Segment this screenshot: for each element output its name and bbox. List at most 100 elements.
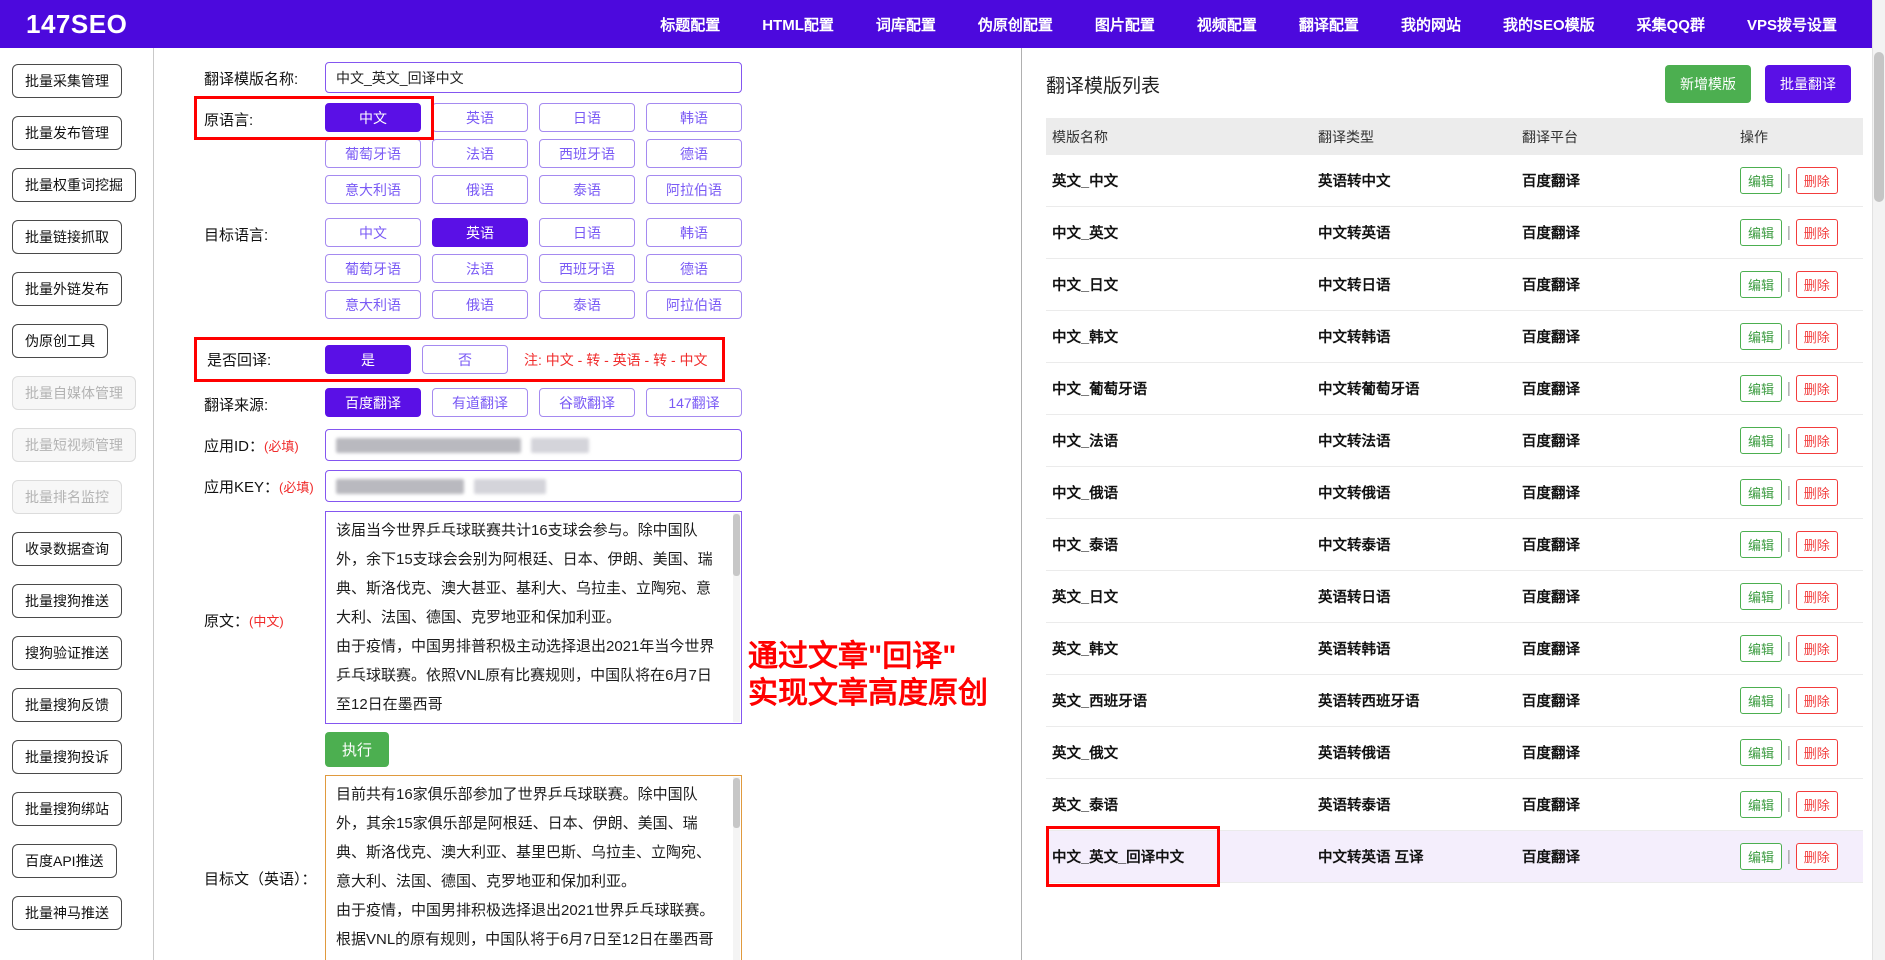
nav-item[interactable]: 我的网站 xyxy=(1401,14,1461,35)
sidebar-item[interactable]: 批量搜狗反馈 xyxy=(12,688,122,722)
nav-item[interactable]: 图片配置 xyxy=(1095,14,1155,35)
nav-item[interactable]: 翻译配置 xyxy=(1299,14,1359,35)
language-option-button[interactable]: 韩语 xyxy=(646,103,742,132)
panel-header: 翻译模版列表 新增模版 批量翻译 xyxy=(1046,66,1863,102)
add-template-button[interactable]: 新增模版 xyxy=(1665,65,1751,103)
scrollbar-thumb[interactable] xyxy=(1874,52,1884,202)
textarea-scroll-thumb[interactable] xyxy=(733,514,740,576)
language-option-button[interactable]: 俄语 xyxy=(432,175,528,204)
edit-button[interactable]: 编辑 xyxy=(1740,635,1782,662)
edit-button[interactable]: 编辑 xyxy=(1740,583,1782,610)
delete-button[interactable]: 删除 xyxy=(1796,739,1838,766)
run-button[interactable]: 执行 xyxy=(325,732,389,767)
delete-button[interactable]: 删除 xyxy=(1796,323,1838,350)
sidebar-item[interactable]: 批量短视频管理 xyxy=(12,428,136,462)
translate-platform-button[interactable]: 有道翻译 xyxy=(432,388,528,417)
language-option-button[interactable]: 德语 xyxy=(646,254,742,283)
edit-button[interactable]: 编辑 xyxy=(1740,219,1782,246)
nav-item[interactable]: VPS拨号设置 xyxy=(1747,14,1837,35)
language-option-button[interactable]: 意大利语 xyxy=(325,175,421,204)
nav-item[interactable]: 视频配置 xyxy=(1197,14,1257,35)
sidebar-item[interactable]: 批量外链发布 xyxy=(12,272,122,306)
back-translate-option-button[interactable]: 否 xyxy=(422,345,508,374)
sidebar-item[interactable]: 伪原创工具 xyxy=(12,324,108,358)
sidebar-item[interactable]: 批量链接抓取 xyxy=(12,220,122,254)
language-option-button[interactable]: 阿拉伯语 xyxy=(646,290,742,319)
language-option-button[interactable]: 葡萄牙语 xyxy=(325,139,421,168)
language-option-button[interactable]: 韩语 xyxy=(646,218,742,247)
edit-button[interactable]: 编辑 xyxy=(1740,479,1782,506)
sidebar-item[interactable]: 批量搜狗绑站 xyxy=(12,792,122,826)
nav-item[interactable]: HTML配置 xyxy=(762,14,834,35)
edit-button[interactable]: 编辑 xyxy=(1740,427,1782,454)
edit-button[interactable]: 编辑 xyxy=(1740,375,1782,402)
edit-button[interactable]: 编辑 xyxy=(1740,531,1782,558)
sidebar-item[interactable]: 批量自媒体管理 xyxy=(12,376,136,410)
language-option-button[interactable]: 德语 xyxy=(646,139,742,168)
sidebar-item[interactable]: 批量神马推送 xyxy=(12,896,122,930)
app-key-input[interactable] xyxy=(325,470,742,502)
language-option-button[interactable]: 英语 xyxy=(432,218,528,247)
language-option-button[interactable]: 中文 xyxy=(325,103,421,132)
batch-translate-button[interactable]: 批量翻译 xyxy=(1765,65,1851,103)
language-option-button[interactable]: 西班牙语 xyxy=(539,254,635,283)
template-name-input[interactable] xyxy=(325,62,742,93)
language-option-button[interactable]: 法语 xyxy=(432,254,528,283)
edit-button[interactable]: 编辑 xyxy=(1740,791,1782,818)
sidebar-item[interactable]: 收录数据查询 xyxy=(12,532,122,566)
nav-item[interactable]: 采集QQ群 xyxy=(1637,14,1705,35)
edit-button[interactable]: 编辑 xyxy=(1740,167,1782,194)
edit-button[interactable]: 编辑 xyxy=(1740,843,1782,870)
edit-button[interactable]: 编辑 xyxy=(1740,323,1782,350)
language-option-button[interactable]: 西班牙语 xyxy=(539,139,635,168)
language-option-button[interactable]: 俄语 xyxy=(432,290,528,319)
edit-button[interactable]: 编辑 xyxy=(1740,687,1782,714)
sidebar-item[interactable]: 批量搜狗投诉 xyxy=(12,740,122,774)
delete-button[interactable]: 删除 xyxy=(1796,427,1838,454)
language-option-button[interactable]: 阿拉伯语 xyxy=(646,175,742,204)
translate-platform-button[interactable]: 百度翻译 xyxy=(325,388,421,417)
delete-button[interactable]: 删除 xyxy=(1796,843,1838,870)
sidebar-item[interactable]: 批量权重词挖掘 xyxy=(12,168,136,202)
delete-button[interactable]: 删除 xyxy=(1796,219,1838,246)
sidebar-item[interactable]: 批量发布管理 xyxy=(12,116,122,150)
delete-button[interactable]: 删除 xyxy=(1796,583,1838,610)
language-option-button[interactable]: 中文 xyxy=(325,218,421,247)
sidebar-item[interactable]: 批量采集管理 xyxy=(12,64,122,98)
sidebar-item[interactable]: 批量排名监控 xyxy=(12,480,122,514)
language-option-button[interactable]: 日语 xyxy=(539,103,635,132)
language-option-button[interactable]: 泰语 xyxy=(539,175,635,204)
app-id-input[interactable] xyxy=(325,429,742,461)
delete-button[interactable]: 删除 xyxy=(1796,271,1838,298)
nav-item[interactable]: 词库配置 xyxy=(876,14,936,35)
nav-item[interactable]: 标题配置 xyxy=(660,14,720,35)
source-textarea[interactable]: 该届当今世界乒乓球联赛共计16支球会参与。除中国队外，余下15支球会会别为阿根廷… xyxy=(325,511,742,724)
edit-button[interactable]: 编辑 xyxy=(1740,739,1782,766)
language-option-button[interactable]: 英语 xyxy=(432,103,528,132)
back-translate-option-button[interactable]: 是 xyxy=(325,345,411,374)
translate-platform-button[interactable]: 147翻译 xyxy=(646,388,742,417)
nav-item[interactable]: 我的SEO模版 xyxy=(1503,14,1595,35)
delete-button[interactable]: 删除 xyxy=(1796,791,1838,818)
sidebar-item[interactable]: 批量搜狗推送 xyxy=(12,584,122,618)
delete-button[interactable]: 删除 xyxy=(1796,687,1838,714)
delete-button[interactable]: 删除 xyxy=(1796,531,1838,558)
language-option-button[interactable]: 日语 xyxy=(539,218,635,247)
sidebar-item[interactable]: 搜狗验证推送 xyxy=(12,636,122,670)
textarea-scroll-thumb[interactable] xyxy=(733,778,740,828)
language-option-button[interactable]: 法语 xyxy=(432,139,528,168)
row-actions: 编辑 | 删除 xyxy=(1740,479,1863,506)
language-option-button[interactable]: 泰语 xyxy=(539,290,635,319)
sidebar-item[interactable]: 百度API推送 xyxy=(12,844,117,878)
delete-button[interactable]: 删除 xyxy=(1796,167,1838,194)
translate-platform-button[interactable]: 谷歌翻译 xyxy=(539,388,635,417)
window-scrollbar[interactable] xyxy=(1872,0,1885,960)
delete-button[interactable]: 删除 xyxy=(1796,375,1838,402)
language-option-button[interactable]: 意大利语 xyxy=(325,290,421,319)
language-option-button[interactable]: 葡萄牙语 xyxy=(325,254,421,283)
edit-button[interactable]: 编辑 xyxy=(1740,271,1782,298)
delete-button[interactable]: 删除 xyxy=(1796,479,1838,506)
delete-button[interactable]: 删除 xyxy=(1796,635,1838,662)
nav-item[interactable]: 伪原创配置 xyxy=(978,14,1053,35)
target-textarea[interactable]: 目前共有16家俱乐部参加了世界乒乓球联赛。除中国队外，其余15家俱乐部是阿根廷、… xyxy=(325,775,742,960)
